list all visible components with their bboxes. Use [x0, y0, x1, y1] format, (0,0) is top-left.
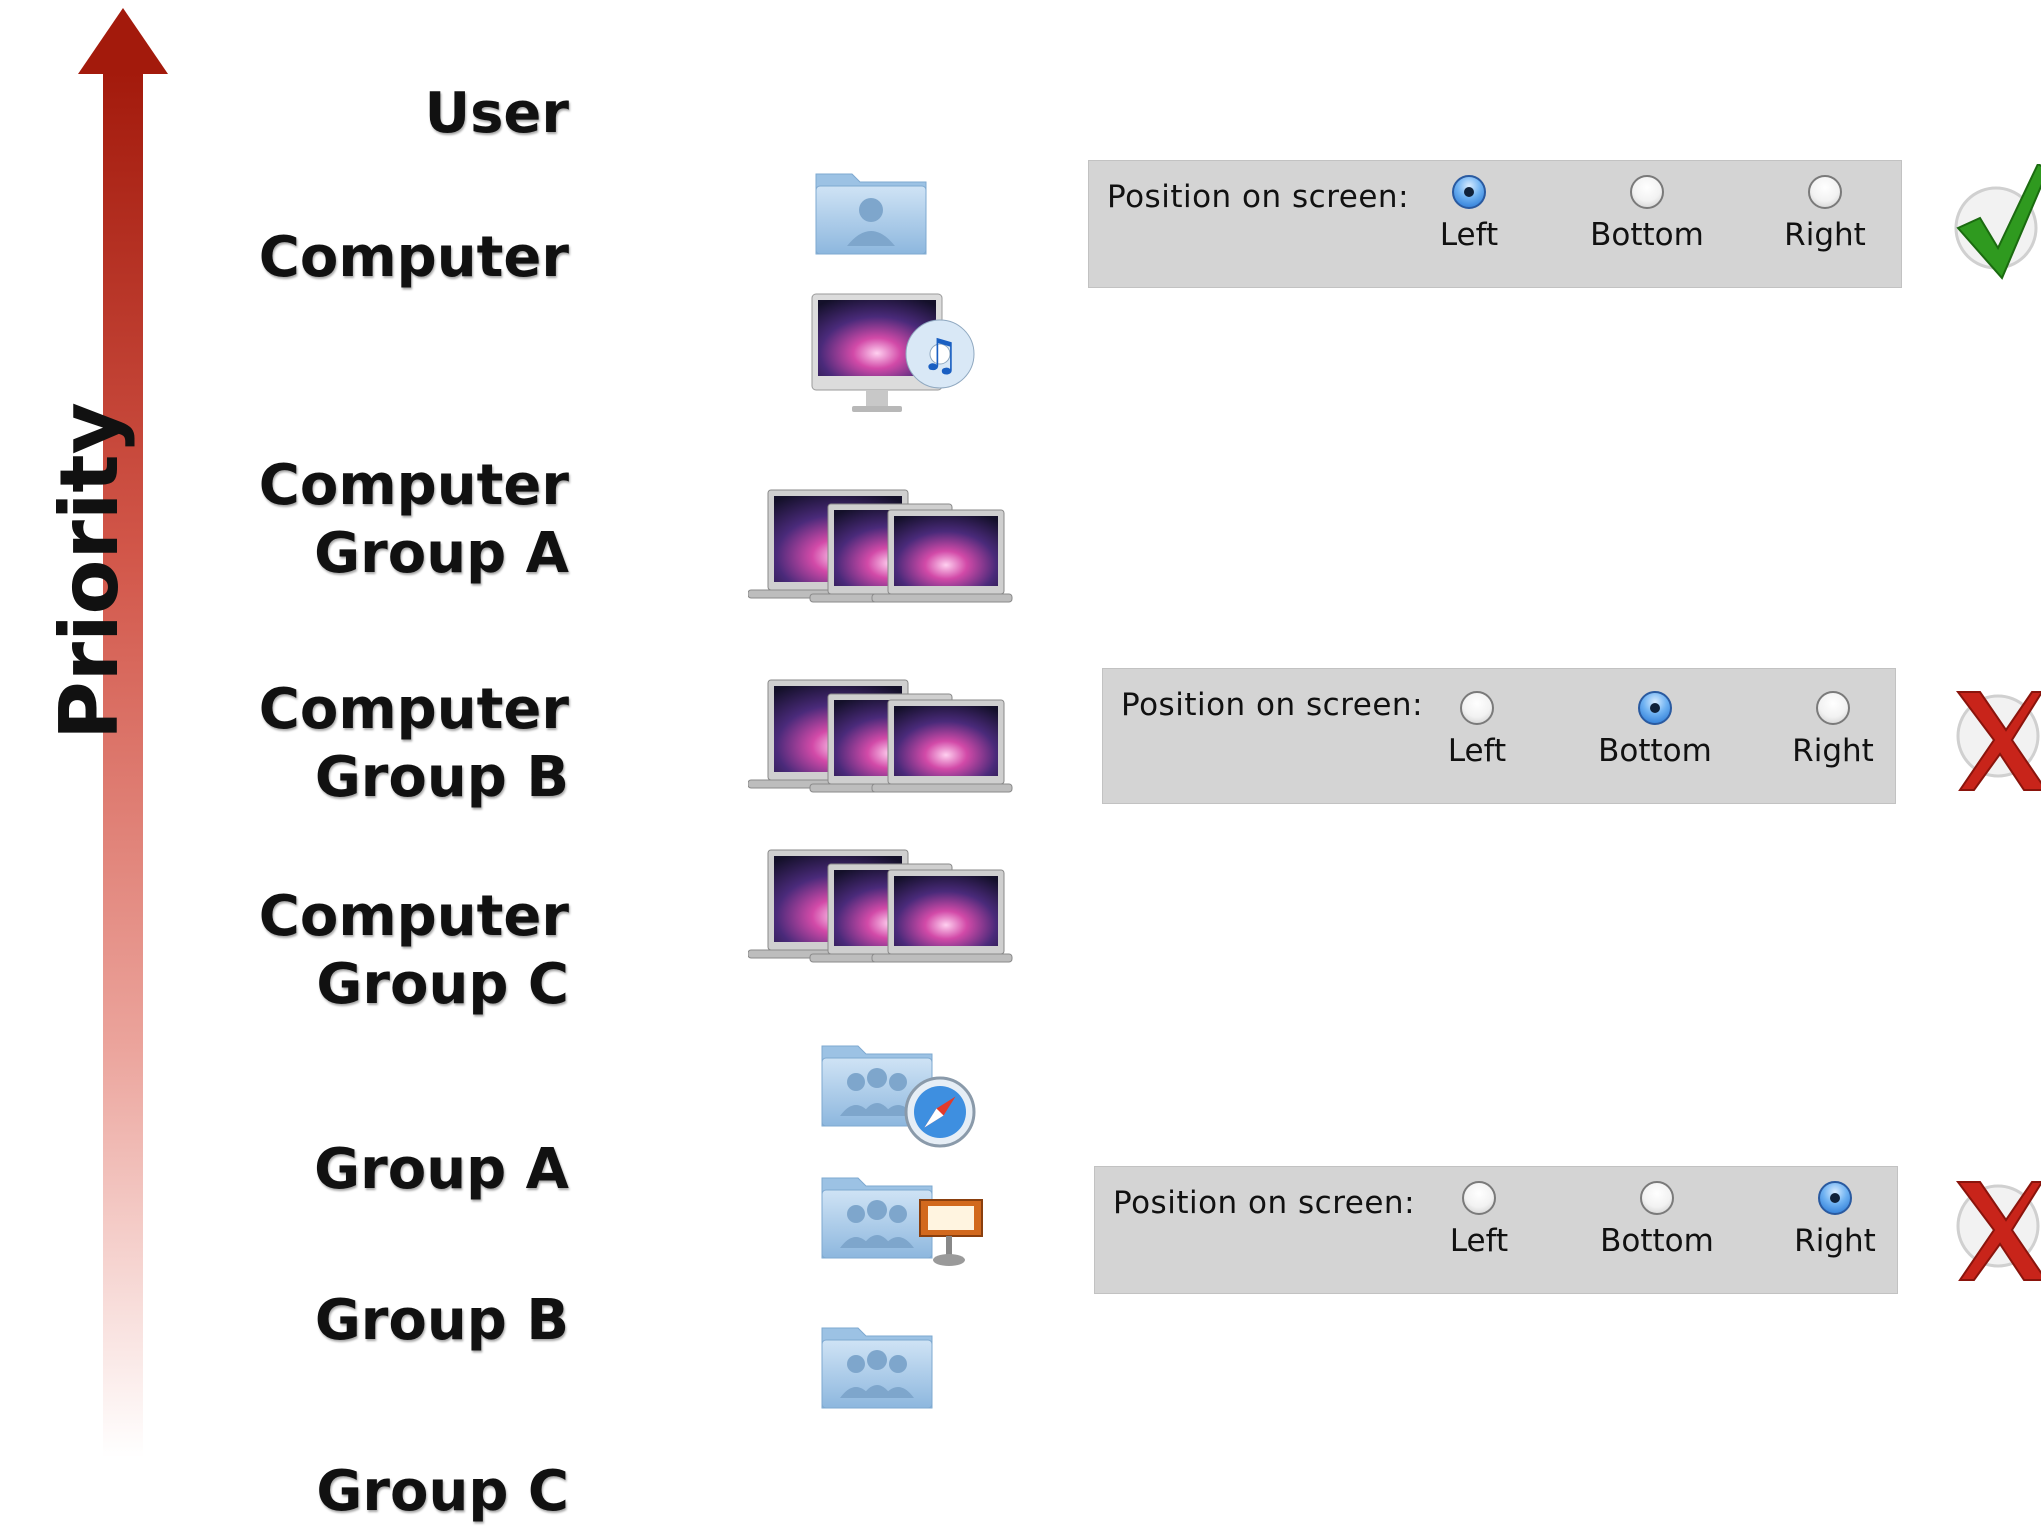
radio-button[interactable]: [1640, 1181, 1674, 1215]
level-label: Computer: [258, 225, 569, 290]
radio-right[interactable]: Right: [1773, 691, 1893, 769]
radio-button-selected[interactable]: [1818, 1181, 1852, 1215]
position-panel-user: Position on screen: Left Bottom Right: [1088, 160, 1902, 288]
level-group-c: Group C: [149, 1458, 569, 1526]
svg-text:♫: ♫: [920, 330, 959, 381]
radio-bottom[interactable]: Bottom: [1597, 1181, 1717, 1259]
position-label: Position on screen:: [1107, 179, 1410, 215]
radio-bottom[interactable]: Bottom: [1587, 175, 1707, 253]
check-icon: [1954, 164, 2041, 280]
group-folder-safari-icon: [821, 1045, 976, 1148]
level-group-b: Group B: [149, 1287, 569, 1355]
level-user: User: [149, 80, 569, 148]
radio-label: Left: [1439, 217, 1499, 253]
group-folder-keynote-icon: [821, 1177, 983, 1266]
radio-label: Bottom: [1600, 1223, 1714, 1259]
radio-right[interactable]: Right: [1775, 1181, 1895, 1259]
radio-label: Bottom: [1598, 733, 1712, 769]
level-group-a: Group A: [149, 1136, 569, 1204]
radio-right[interactable]: Right: [1765, 175, 1885, 253]
position-panel-group-a: Position on screen: Left Bottom Right: [1094, 1166, 1898, 1294]
cross-icon: [1956, 1181, 2041, 1281]
position-label: Position on screen:: [1121, 687, 1424, 723]
position-label: Position on screen:: [1113, 1185, 1416, 1221]
computer-group-b-laptops-icon: [748, 679, 1013, 793]
radio-button[interactable]: [1462, 1181, 1496, 1215]
radio-bottom[interactable]: Bottom: [1595, 691, 1715, 769]
radio-label: Right: [1794, 1223, 1876, 1259]
level-label: Computer: [258, 677, 569, 742]
computer-group-a-laptops-icon: [748, 489, 1013, 603]
radio-button[interactable]: [1460, 691, 1494, 725]
level-label: Computer: [258, 884, 569, 949]
level-label: Group B: [314, 1288, 569, 1353]
radio-left[interactable]: Left: [1409, 175, 1529, 253]
radio-left[interactable]: Left: [1419, 1181, 1539, 1259]
group-folder-icon: [821, 1327, 933, 1409]
level-computer-group-c: Computer Group C: [149, 883, 569, 1019]
cross-icon: [1956, 691, 2041, 791]
radio-button[interactable]: [1808, 175, 1842, 209]
level-label: Group B: [314, 745, 569, 810]
radio-button-selected[interactable]: [1452, 175, 1486, 209]
user-folder-icon: [815, 173, 927, 255]
radio-label: Right: [1784, 217, 1866, 253]
level-label: Group C: [316, 952, 569, 1017]
radio-left[interactable]: Left: [1417, 691, 1537, 769]
radio-button[interactable]: [1630, 175, 1664, 209]
radio-label: Bottom: [1590, 217, 1704, 253]
radio-label: Left: [1449, 1223, 1509, 1259]
level-computer-group-b: Computer Group B: [149, 676, 569, 812]
radio-label: Right: [1792, 733, 1874, 769]
level-computer: Computer: [149, 224, 569, 292]
imac-itunes-icon: ♫: [811, 293, 975, 412]
radio-button-selected[interactable]: [1638, 691, 1672, 725]
radio-button[interactable]: [1816, 691, 1850, 725]
level-label: User: [424, 81, 569, 146]
level-label: Computer: [258, 453, 569, 518]
level-label: Group A: [314, 521, 569, 586]
level-computer-group-a: Computer Group A: [149, 452, 569, 588]
level-label: Group C: [316, 1459, 569, 1524]
priority-axis-label: Priority: [43, 402, 136, 740]
position-panel-computer-group-b: Position on screen: Left Bottom Right: [1102, 668, 1896, 804]
level-label: Group A: [314, 1137, 569, 1202]
computer-group-c-laptops-icon: [748, 849, 1013, 963]
radio-label: Left: [1447, 733, 1507, 769]
